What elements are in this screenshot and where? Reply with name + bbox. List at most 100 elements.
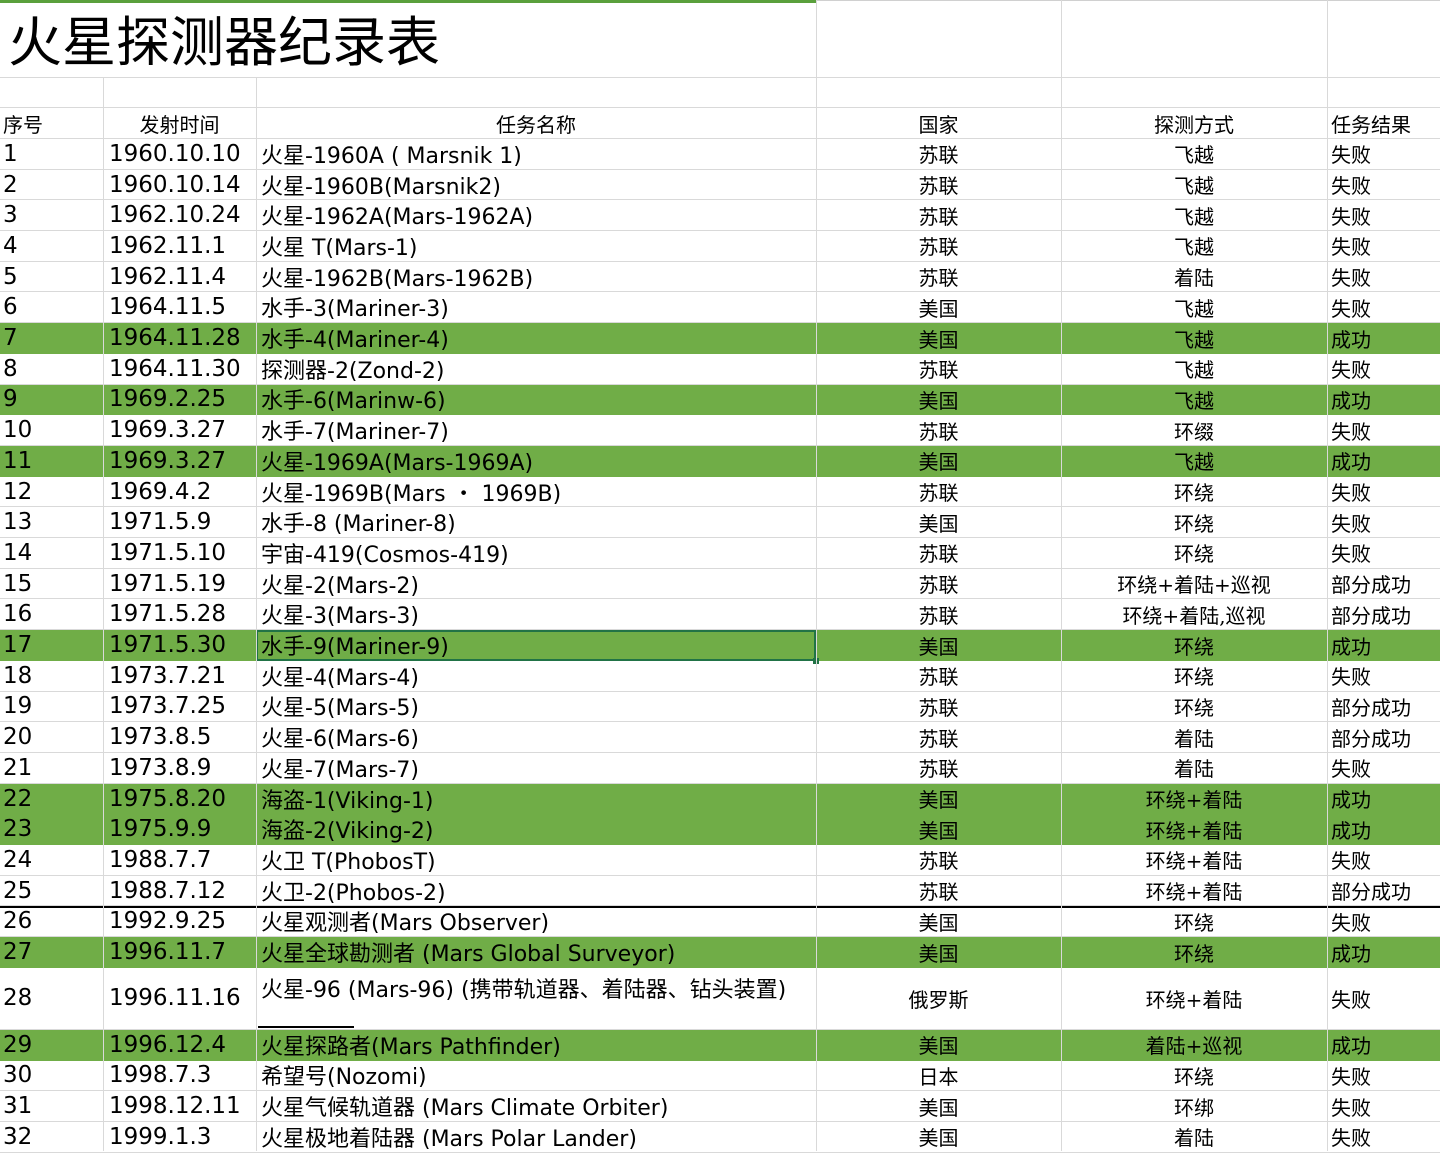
table-row[interactable]: 31 1998.12.11 火星气候轨道器 (Mars Climate Orbite… [0, 1091, 1440, 1122]
mission-name-cell[interactable]: 火星-1962B(Mars-1962B) [256, 262, 816, 292]
launch-date-cell[interactable]: 1971.5.9 [103, 507, 256, 537]
mission-name-cell[interactable]: 火星-3(Mars-3) [256, 600, 816, 629]
table-row[interactable]: 9 1969.2.25 水手-6(Marinw-6) 美国 飞越 成功 [0, 384, 1440, 416]
result-cell[interactable]: 成功 [1327, 385, 1440, 415]
column-header[interactable]: 发射时间 [103, 108, 256, 138]
method-cell[interactable]: 环绕 [1061, 661, 1327, 691]
blank-row[interactable] [0, 77, 1440, 108]
country-cell[interactable]: 美国 [816, 1091, 1061, 1121]
method-cell[interactable]: 着陆 [1061, 722, 1327, 752]
table-row[interactable]: 24 1988.7.7 火卫 T(PhobosT) 苏联 环绕+着陆 失败 [0, 845, 1440, 876]
result-cell[interactable]: 部分成功 [1327, 722, 1440, 752]
launch-date-cell[interactable]: 1962.11.1 [103, 231, 256, 261]
mission-name-cell[interactable]: 火星-96 (Mars-96) (携带轨道器、着陆器、钻头装置) [256, 968, 816, 1029]
method-cell[interactable]: 飞越 [1061, 446, 1327, 476]
launch-date-cell[interactable]: 1973.8.5 [103, 722, 256, 752]
row-number-cell[interactable]: 6 [0, 293, 103, 323]
launch-date-cell[interactable]: 1988.7.7 [103, 845, 256, 875]
method-cell[interactable]: 环绕+着陆,巡视 [1061, 600, 1327, 630]
method-cell[interactable]: 环绕+着陆 [1061, 968, 1327, 1029]
column-header[interactable]: 序号 [0, 108, 103, 138]
table-row[interactable]: 10 1969.3.27 水手-7(Mariner-7) 苏联 环缀 失败 [0, 415, 1440, 446]
mission-name-cell[interactable]: 宇宙-419(Cosmos-419) [256, 538, 816, 568]
country-cell[interactable]: 苏联 [816, 477, 1061, 507]
method-cell[interactable]: 着陆+巡视 [1061, 1030, 1327, 1060]
country-cell[interactable]: 苏联 [816, 753, 1061, 783]
method-cell[interactable]: 环绕 [1061, 907, 1327, 937]
column-header[interactable]: 探测方式 [1061, 108, 1327, 138]
row-number-cell[interactable]: 21 [0, 753, 103, 783]
country-cell[interactable]: 日本 [816, 1061, 1061, 1091]
mission-name-cell[interactable]: 火星-6(Mars-6) [256, 722, 816, 752]
method-cell[interactable]: 环绕 [1061, 538, 1327, 568]
country-cell[interactable]: 美国 [816, 293, 1061, 323]
row-number-cell[interactable]: 8 [0, 354, 103, 384]
mission-name-cell[interactable]: 火星-1969B(Mars ・ 1969B) [256, 477, 816, 507]
table-row[interactable]: 3 1962.10.24 火星-1962A(Mars-1962A) 苏联 飞越 失败 [0, 200, 1440, 232]
mission-name-cell[interactable]: 火星-2(Mars-2) [256, 569, 816, 599]
result-cell[interactable]: 失败 [1327, 1091, 1440, 1121]
mission-name-cell[interactable]: 火卫 T(PhobosT) [256, 845, 816, 875]
row-number-cell[interactable]: 18 [0, 661, 103, 691]
result-cell[interactable]: 成功 [1327, 784, 1440, 814]
column-header[interactable]: 任务名称 [256, 108, 816, 138]
row-number-cell[interactable]: 28 [0, 968, 103, 1029]
row-number-cell[interactable]: 25 [0, 876, 103, 906]
country-cell[interactable]: 美国 [816, 507, 1061, 537]
launch-date-cell[interactable]: 1973.7.25 [103, 692, 256, 722]
launch-date-cell[interactable]: 1996.12.4 [103, 1030, 256, 1060]
launch-date-cell[interactable]: 1988.7.12 [103, 876, 256, 906]
table-row[interactable]: 4 1962.11.1 火星 T(Mars-1) 苏联 飞越 失败 [0, 231, 1440, 262]
method-cell[interactable]: 飞越 [1061, 323, 1327, 353]
table-row[interactable]: 23 1975.9.9 海盗-2(Viking-2) 美国 环绕+着陆 成功 [0, 814, 1440, 846]
row-number-cell[interactable]: 27 [0, 937, 103, 967]
result-cell[interactable]: 失败 [1327, 907, 1440, 937]
launch-date-cell[interactable]: 1996.11.7 [103, 937, 256, 967]
result-cell[interactable]: 失败 [1327, 477, 1440, 507]
country-cell[interactable]: 苏联 [816, 415, 1061, 445]
mission-name-cell[interactable]: 水手-3(Mariner-3) [256, 293, 816, 322]
row-number-cell[interactable]: 32 [0, 1122, 103, 1152]
mission-name-cell[interactable]: 火星-1969A(Mars-1969A) [256, 446, 816, 476]
result-cell[interactable]: 失败 [1327, 231, 1440, 261]
table-row[interactable]: 18 1973.7.21 火星-4(Mars-4) 苏联 环绕 失败 [0, 661, 1440, 692]
country-cell[interactable]: 美国 [816, 814, 1061, 844]
row-number-cell[interactable]: 7 [0, 323, 103, 353]
method-cell[interactable]: 飞越 [1061, 170, 1327, 200]
method-cell[interactable]: 环绕 [1061, 692, 1327, 722]
row-number-cell[interactable]: 26 [0, 907, 103, 937]
launch-date-cell[interactable]: 1964.11.5 [103, 293, 256, 323]
row-number-cell[interactable]: 5 [0, 262, 103, 292]
row-number-cell[interactable]: 19 [0, 692, 103, 722]
result-cell[interactable]: 成功 [1327, 937, 1440, 967]
method-cell[interactable]: 飞越 [1061, 293, 1327, 323]
launch-date-cell[interactable]: 1962.11.4 [103, 262, 256, 292]
row-number-cell[interactable]: 20 [0, 722, 103, 752]
mission-name-cell[interactable]: 火星极地着陆器 (Mars Polar Lander) [256, 1122, 816, 1152]
row-number-cell[interactable]: 15 [0, 569, 103, 599]
table-row[interactable]: 5 1962.11.4 火星-1962B(Mars-1962B) 苏联 着陆 失败 [0, 262, 1440, 293]
launch-date-cell[interactable]: 1962.10.24 [103, 200, 256, 230]
row-number-cell[interactable]: 2 [0, 170, 103, 200]
country-cell[interactable]: 苏联 [816, 661, 1061, 691]
mission-name-cell[interactable]: 火星-1962A(Mars-1962A) [256, 200, 816, 230]
result-cell[interactable]: 失败 [1327, 845, 1440, 875]
method-cell[interactable]: 着陆 [1061, 1122, 1327, 1152]
country-cell[interactable]: 苏联 [816, 600, 1061, 630]
row-number-cell[interactable]: 24 [0, 845, 103, 875]
method-cell[interactable]: 环缀 [1061, 415, 1327, 445]
launch-date-cell[interactable]: 1973.7.21 [103, 661, 256, 691]
method-cell[interactable]: 环绑 [1061, 1091, 1327, 1121]
country-cell[interactable]: 苏联 [816, 231, 1061, 261]
launch-date-cell[interactable]: 1999.1.3 [103, 1122, 256, 1152]
row-number-cell[interactable]: 31 [0, 1091, 103, 1121]
row-number-cell[interactable]: 10 [0, 415, 103, 445]
method-cell[interactable]: 环绕 [1061, 477, 1327, 507]
country-cell[interactable]: 苏联 [816, 845, 1061, 875]
table-row[interactable]: 12 1969.4.2 火星-1969B(Mars ・ 1969B) 苏联 环绕 失败 [0, 477, 1440, 508]
mission-name-cell[interactable]: 海盗-1(Viking-1) [256, 784, 816, 814]
mission-name-cell[interactable]: 火卫-2(Phobos-2) [256, 876, 816, 906]
launch-date-cell[interactable]: 1971.5.10 [103, 538, 256, 568]
row-number-cell[interactable]: 29 [0, 1030, 103, 1060]
mission-name-cell[interactable]: 水手-8 (Mariner-8) [256, 507, 816, 537]
